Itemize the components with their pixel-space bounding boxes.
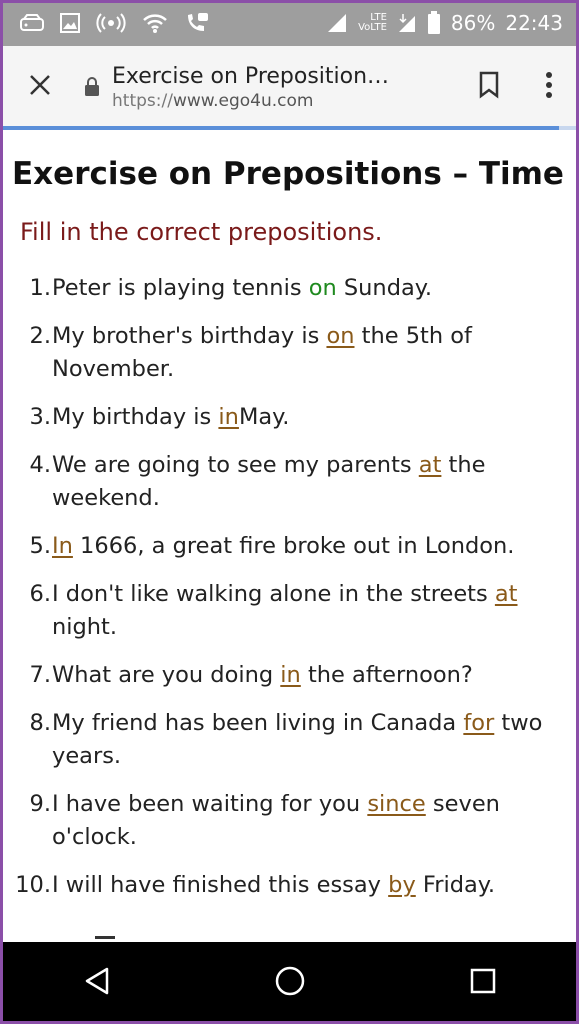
sentence-before: I don't like walking alone in the street…	[52, 581, 495, 607]
item-sentence: I will have finished this essay by Frida…	[51, 869, 570, 902]
wifi-icon	[142, 12, 168, 34]
status-bar: LTE VoLTE 86% 22:43	[0, 0, 579, 46]
item-number: 7.	[29, 662, 51, 688]
item-number: 3.	[29, 404, 51, 430]
exercise-list: 1. Peter is playing tennis on Sunday. 2. My…	[0, 272, 570, 917]
answer-field[interactable]: in	[218, 404, 239, 430]
item-sentence: In 1666, a great fire broke out in Londo…	[51, 530, 570, 563]
volte-icon: LTE VoLTE	[358, 13, 387, 33]
hotspot-icon	[96, 12, 126, 34]
sentence-before: I will have finished this essay	[52, 872, 389, 898]
battery-percent: 86%	[450, 11, 496, 35]
item-sentence: My birthday is inMay.	[51, 401, 570, 434]
sentence-before: We are going to see my parents	[52, 452, 419, 478]
sentence-before: I have been waiting for you	[52, 791, 368, 817]
home-circle-icon	[274, 965, 306, 1001]
page-content[interactable]: Exercise on Prepositions – Time Fill in …	[0, 130, 579, 942]
sentence-before: My birthday is	[52, 404, 219, 430]
sentence-after: the afternoon?	[300, 662, 473, 688]
item-sentence: What are you doing in the afternoon?	[51, 659, 570, 692]
item-number: 8.	[29, 710, 51, 736]
exercise-item: 6. I don't like walking alone in the stre…	[0, 578, 570, 644]
sentence-before: My brother's birthday is	[52, 323, 327, 349]
exercise-item: 2. My brother's birthday is on the 5th of…	[0, 320, 570, 386]
url-bar[interactable]: Exercise on Preposition… https://www.ego…	[112, 64, 459, 111]
item-number: 6.	[29, 581, 51, 607]
sentence-before: Peter is playing tennis	[52, 275, 309, 301]
item-sentence: My brother's birthday is on the 5th of N…	[51, 320, 570, 386]
exercise-instruction: Fill in the correct prepositions.	[20, 218, 383, 246]
back-button[interactable]	[57, 942, 137, 1024]
item-sentence: My friend has been living in Canada for …	[51, 707, 570, 773]
item-sentence: We are going to see my parents at the we…	[51, 449, 570, 515]
exercise-item: 7. What are you doing in the afternoon?	[0, 659, 570, 692]
bookmark-button[interactable]	[459, 71, 519, 103]
drive-icon	[20, 14, 44, 32]
volte-label: VoLTE	[358, 22, 387, 33]
clock-time: 22:43	[505, 11, 563, 35]
more-vert-icon	[545, 71, 553, 103]
exercise-item: 9. I have been waiting for you since seve…	[0, 788, 570, 854]
item-sentence: Peter is playing tennis on Sunday.	[51, 272, 570, 305]
item-sentence: I have been waiting for you since seven …	[51, 788, 570, 854]
image-icon	[60, 13, 80, 33]
browser-toolbar: Exercise on Preposition… https://www.ego…	[0, 46, 579, 128]
exercise-item: 3. My birthday is inMay.	[0, 401, 570, 434]
url-text: https://www.ego4u.com	[112, 91, 459, 111]
sentence-after: May.	[238, 404, 290, 430]
item-sentence: I don't like walking alone in the street…	[51, 578, 570, 644]
exercise-item: 8. My friend has been living in Canada fo…	[0, 707, 570, 773]
item-number: 5.	[29, 533, 51, 559]
url-scheme: https://	[112, 90, 173, 111]
home-button[interactable]	[250, 942, 330, 1024]
answer-field[interactable]: In	[52, 533, 73, 559]
answer-field[interactable]: for	[463, 710, 494, 736]
close-icon	[28, 73, 52, 101]
battery-icon	[427, 11, 441, 35]
url-host: www.ego4u.com	[172, 90, 314, 111]
answer-field[interactable]: on	[326, 323, 354, 349]
item-number: 1.	[29, 275, 51, 301]
answer-field[interactable]: at	[419, 452, 442, 478]
back-triangle-icon	[83, 966, 111, 1000]
call-forward-icon	[184, 11, 210, 35]
answer-field[interactable]: on	[309, 275, 337, 301]
navigation-bar	[0, 942, 579, 1024]
recents-square-icon	[469, 967, 497, 999]
answer-field[interactable]: since	[367, 791, 425, 817]
answer-field[interactable]: in	[280, 662, 301, 688]
page-title: Exercise on Preposition…	[112, 63, 390, 89]
lock-icon[interactable]	[80, 77, 104, 97]
close-tab-button[interactable]	[0, 46, 80, 128]
answer-field[interactable]: at	[495, 581, 518, 607]
sentence-after: Friday.	[415, 872, 496, 898]
exercise-item: 10. I will have finished this essay by Fr…	[0, 869, 570, 902]
sentence-after: 1666, a great fire broke out in London.	[72, 533, 515, 559]
item-number: 9.	[29, 791, 51, 817]
item-number: 4.	[29, 452, 51, 478]
exercise-item: 4. We are going to see my parents at the …	[0, 449, 570, 515]
exercise-item: 5. In 1666, a great fire broke out in Lon…	[0, 530, 570, 563]
bookmark-icon	[478, 71, 500, 103]
sentence-before: My friend has been living in Canada	[52, 710, 464, 736]
menu-button[interactable]	[519, 71, 579, 103]
signal-icon	[326, 12, 348, 34]
page-heading: Exercise on Prepositions – Time	[12, 156, 564, 192]
answer-field[interactable]: by	[388, 872, 416, 898]
item-number: 2.	[29, 323, 51, 349]
sentence-before: What are you doing	[52, 662, 281, 688]
lte-signal-icon	[397, 12, 417, 34]
recents-button[interactable]	[443, 942, 523, 1024]
exercise-item: 1. Peter is playing tennis on Sunday.	[0, 272, 570, 305]
item-number: 10.	[15, 872, 51, 898]
sentence-after: Sunday.	[336, 275, 433, 301]
